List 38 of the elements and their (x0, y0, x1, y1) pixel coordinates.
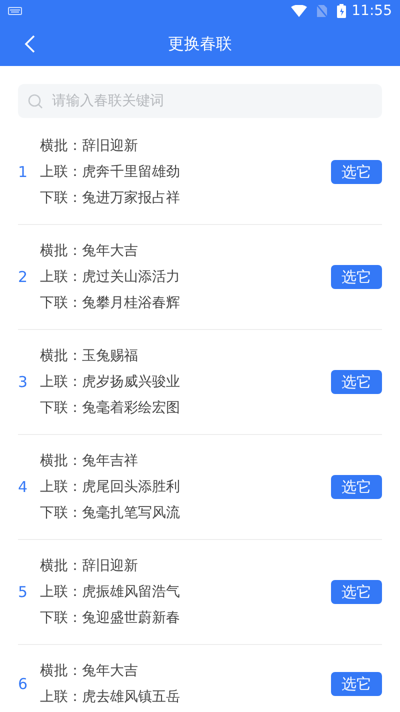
couplet-line: 上联：虎岁扬威兴骏业 (40, 373, 181, 392)
battery-icon (336, 4, 346, 18)
couplet-line: 上联：虎去雄风镇五岳 (40, 688, 181, 707)
couplet-line: 下联：兔迎盛世蔚新春 (40, 609, 181, 628)
keyboard-icon (8, 7, 22, 15)
couplet-line: 上联：虎振雄风留浩气 (40, 583, 181, 602)
item-number: 5 (18, 582, 29, 603)
search-field[interactable]: 请输入春联关键词 (18, 84, 382, 118)
item-number: 6 (18, 674, 29, 695)
couplet-line: 横批：辞旧迎新 (40, 557, 139, 576)
couplet-line: 横批：辞旧迎新 (40, 137, 139, 156)
item-number: 1 (18, 162, 29, 183)
couplet-line: 横批：玉兔赐福 (40, 347, 139, 366)
select-button[interactable]: 选它 (331, 475, 382, 499)
couplet-line: 横批：兔年大吉 (40, 662, 139, 681)
item-number: 3 (18, 372, 29, 393)
no-sim-icon (316, 5, 327, 17)
couplet-line: 上联：虎过关山添活力 (40, 268, 181, 287)
select-button[interactable]: 选它 (331, 265, 382, 289)
wifi-icon (290, 5, 307, 17)
page-title: 更换春联 (168, 33, 232, 55)
item-number: 2 (18, 266, 29, 288)
search-icon (28, 94, 43, 109)
select-button[interactable]: 选它 (331, 370, 382, 394)
select-button[interactable]: 选它 (331, 672, 382, 696)
couplet-line: 上联：虎奔千里留雄劲 (40, 163, 181, 182)
couplet-line: 下联：兔攀月桂浴春辉 (40, 294, 181, 313)
couplet-line: 横批：兔年吉祥 (40, 452, 139, 471)
status-time: 11:55 (352, 2, 392, 20)
couplet-line: 下联：兔毫着彩绘宏图 (40, 399, 181, 418)
select-button[interactable]: 选它 (331, 160, 382, 184)
couplet-line: 横批：兔年大吉 (40, 242, 139, 261)
couplet-line: 下联：兔进万家报占祥 (40, 189, 181, 208)
couplet-line: 下联：兔毫扎笔写风流 (40, 504, 181, 523)
couplet-line: 上联：虎尾回头添胜利 (40, 478, 181, 497)
item-number: 4 (18, 476, 29, 498)
select-button[interactable]: 选它 (331, 580, 382, 604)
chevron-left-icon (24, 35, 36, 53)
